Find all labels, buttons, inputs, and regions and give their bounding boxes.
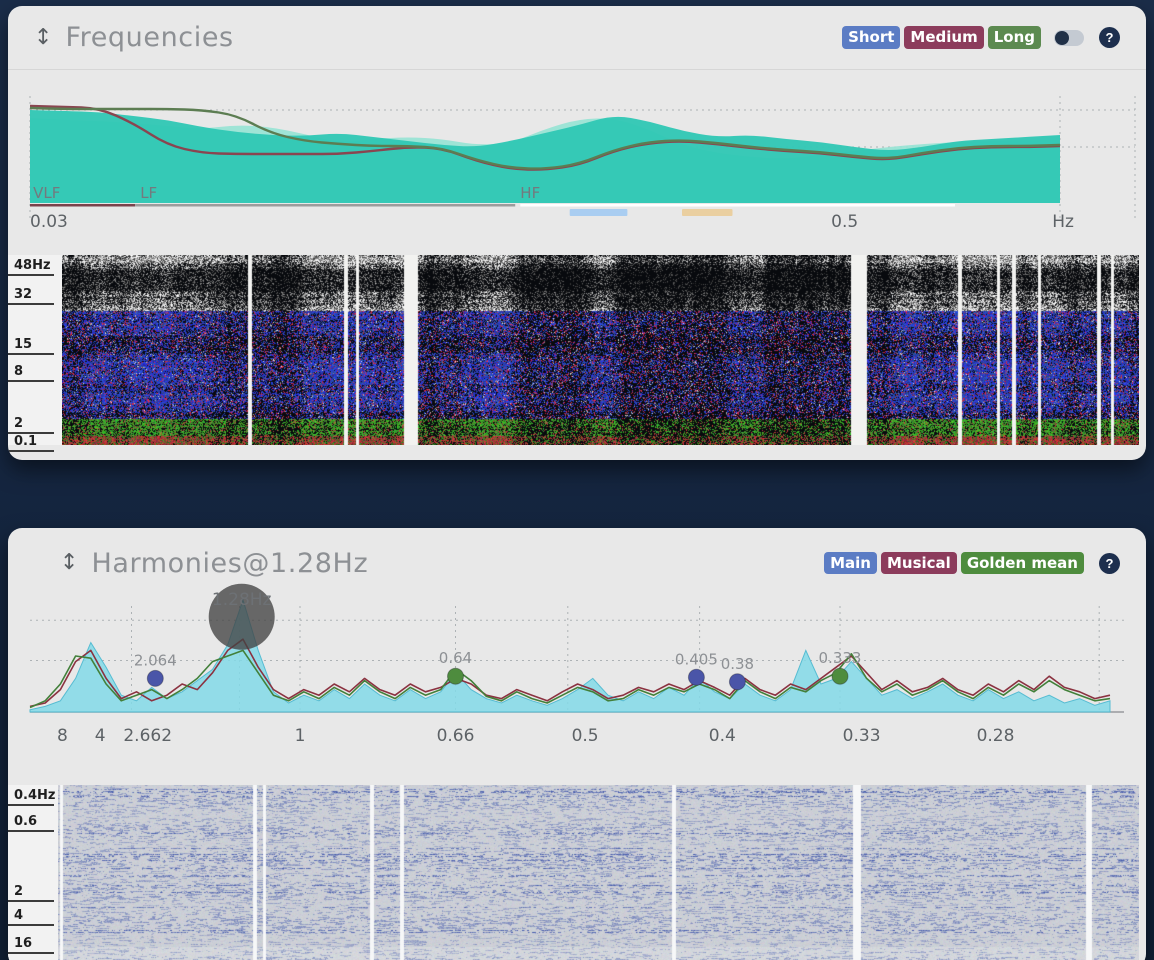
harmonies-chart[interactable]: 2.0641.28Hz0.640.4050.380.333842.66210.6… [8, 598, 1146, 763]
x-tick-label: 8 [57, 726, 68, 746]
spectrogram-axis-label: 2 [8, 417, 54, 434]
peak-marker[interactable] [729, 674, 745, 690]
band-label: VLF [33, 184, 60, 202]
view-toggle[interactable] [1054, 30, 1084, 46]
harmonic-axis-ruler: 0.4Hz 0.6 2 4 16 [8, 785, 58, 960]
x-tick-label: 2.662 [123, 726, 172, 746]
peak-label: 0.333 [819, 649, 862, 667]
legend-golden-mean[interactable]: Golden mean [961, 552, 1084, 575]
x-tick-label: 1 [295, 726, 306, 746]
legend-musical[interactable]: Musical [881, 552, 957, 575]
frequencies-spectrogram-zone: 48Hz3215820.1 [8, 255, 1146, 445]
harmonies-spectrogram-zone: 0.4Hz 0.6 2 4 16 [8, 785, 1146, 960]
frequencies-title: Frequencies [65, 22, 233, 53]
help-button[interactable]: ? [1099, 27, 1120, 48]
help-button[interactable]: ? [1099, 553, 1120, 574]
frequencies-legend: ShortMediumLong [842, 26, 1041, 49]
x-tick-label: 0.4 [709, 726, 736, 746]
band-underline [30, 204, 135, 207]
harmonies-header: ↕ Harmonies@1.28Hz MainMusicalGolden mea… [8, 528, 1146, 598]
frequencies-spectrogram[interactable] [62, 255, 1139, 445]
harmonies-title: Harmonies@1.28Hz [91, 548, 368, 579]
series-main [30, 600, 1110, 712]
legend-short[interactable]: Short [842, 26, 900, 49]
peak-marker[interactable] [832, 668, 848, 684]
spectrogram-axis-label: 8 [8, 365, 54, 382]
x-tick-label: 4 [95, 726, 106, 746]
x-axis-label: Hz [1052, 212, 1074, 232]
range-marker[interactable] [570, 209, 628, 216]
peak-marker[interactable] [448, 668, 464, 684]
frequencies-chart-zone: VLF LF HF 0.03 0.5 Hz [8, 70, 1146, 255]
legend-medium[interactable]: Medium [904, 26, 983, 49]
spectrogram-axis-label: 15 [8, 338, 54, 355]
band-label: LF [140, 184, 157, 202]
spectrogram-axis-label: 0.4Hz [8, 789, 54, 806]
frequency-axis-ruler: 48Hz3215820.1 [8, 255, 62, 445]
spectrogram-axis-label: 4 [8, 909, 54, 926]
peak-marker[interactable] [147, 670, 163, 686]
harmonies-panel: ↕ Harmonies@1.28Hz MainMusicalGolden mea… [8, 528, 1146, 960]
x-tick-label: 0.5 [572, 726, 599, 746]
peak-label: 0.64 [439, 649, 472, 667]
harmonies-legend: MainMusicalGolden mean [824, 552, 1084, 575]
frequencies-chart[interactable]: VLF LF HF 0.03 0.5 Hz [8, 70, 1146, 255]
harmonies-spectrogram[interactable] [58, 785, 1139, 960]
frequencies-panel: ↕ Frequencies ShortMediumLong ? VLF LF HF 0… [8, 6, 1146, 460]
app-background: ↕ Frequencies ShortMediumLong ? VLF LF HF 0… [0, 0, 1154, 960]
frequencies-header: ↕ Frequencies ShortMediumLong ? [8, 6, 1146, 70]
spectrogram-axis-label: 32 [8, 288, 54, 305]
x-tick-label: 0.28 [977, 726, 1015, 746]
toggle-knob-icon [1055, 31, 1069, 45]
x-tick-label: 0.33 [843, 726, 881, 746]
legend-main[interactable]: Main [824, 552, 877, 575]
spectrogram-axis-label: 0.1 [8, 435, 54, 452]
band-underline [135, 204, 515, 207]
peak-label: 0.38 [721, 655, 754, 673]
spectrogram-axis-label: 48Hz [8, 259, 54, 276]
harmonies-header-controls: MainMusicalGolden mean ? [824, 552, 1120, 575]
spectrogram-axis-label: 2 [8, 885, 54, 902]
spectrogram-axis-label: 16 [8, 937, 54, 954]
frequencies-header-controls: ShortMediumLong ? [842, 26, 1120, 49]
band-label: HF [520, 184, 540, 202]
x-axis-label: 0.03 [30, 212, 68, 232]
spectrogram-axis-label: 0.6 [8, 815, 54, 832]
range-marker[interactable] [682, 209, 733, 216]
peak-marker[interactable] [688, 669, 704, 685]
x-axis-label: 0.5 [831, 212, 858, 232]
peak-label: 0.405 [675, 650, 718, 668]
harmonies-chart-zone: 2.0641.28Hz0.640.4050.380.333842.66210.6… [8, 598, 1146, 763]
x-tick-label: 0.66 [437, 726, 475, 746]
peak-label: 2.064 [134, 651, 177, 669]
expand-collapse-icon[interactable]: ↕ [34, 27, 52, 49]
band-underline [520, 204, 955, 207]
legend-long[interactable]: Long [988, 26, 1041, 49]
expand-collapse-icon[interactable]: ↕ [60, 552, 78, 574]
